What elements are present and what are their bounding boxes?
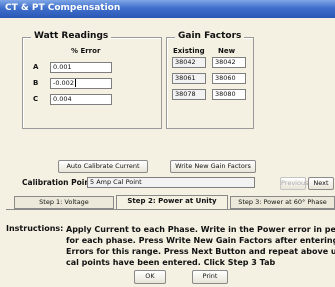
tab-step3-power-at-60-phase[interactable]: Step 3: Power at 60° Phase: [230, 196, 335, 209]
phase-a-error-field[interactable]: 0.001: [50, 62, 112, 73]
watt-readings-title: Watt Readings: [31, 31, 112, 41]
tab-panel-divider: [6, 209, 335, 210]
phase-a-label: A: [33, 63, 39, 71]
write-new-gain-factors-button[interactable]: Write New Gain Factors: [170, 160, 256, 173]
gain-factors-title: Gain Factors: [175, 31, 245, 41]
tab-step1-voltage[interactable]: Step 1: Voltage: [14, 196, 114, 209]
new-header: New: [218, 47, 236, 55]
previous-button[interactable]: Previous: [280, 177, 308, 190]
calibration-point-field: 5 Amp Cal Point: [87, 177, 255, 188]
instructions-text: Apply Current to each Phase. Write in th…: [66, 225, 335, 267]
percent-error-header: % Error: [71, 47, 101, 55]
gain-factors-group: Gain Factors Existing New 38042 38042 38…: [166, 31, 254, 129]
next-button[interactable]: Next: [308, 177, 334, 190]
window-title: CT & PT Compensation: [5, 3, 121, 13]
phase-b-label: B: [33, 79, 39, 87]
tab-step2-power-at-unity[interactable]: Step 2: Power at Unity: [116, 195, 228, 209]
gain-new-c[interactable]: 38080: [212, 89, 246, 100]
title-bar: CT & PT Compensation: [0, 0, 335, 18]
gain-new-a[interactable]: 38042: [212, 57, 246, 68]
auto-calibrate-current-button[interactable]: Auto Calibrate Current: [58, 160, 148, 173]
text-cursor: [74, 79, 76, 87]
phase-b-error-field[interactable]: -0.002: [50, 78, 112, 89]
print-button[interactable]: Print: [192, 270, 228, 284]
gain-existing-a: 38042: [172, 57, 206, 68]
instructions-label: Instructions:: [6, 224, 64, 233]
ct-pt-compensation-window: CT & PT Compensation Watt Readings % Err…: [0, 0, 335, 287]
gain-existing-b: 38061: [172, 73, 206, 84]
existing-header: Existing: [173, 47, 205, 55]
phase-c-label: C: [33, 95, 39, 103]
phase-c-error-field[interactable]: 0.004: [50, 94, 112, 105]
phase-b-error-value: -0.002: [53, 79, 74, 87]
gain-new-b[interactable]: 38060: [212, 73, 246, 84]
calibration-point-label: Calibration Point:: [22, 178, 97, 187]
ok-button[interactable]: OK: [134, 270, 166, 284]
watt-readings-group: Watt Readings % Error A 0.001 B -0.002 C…: [22, 31, 162, 129]
gain-existing-c: 38078: [172, 89, 206, 100]
